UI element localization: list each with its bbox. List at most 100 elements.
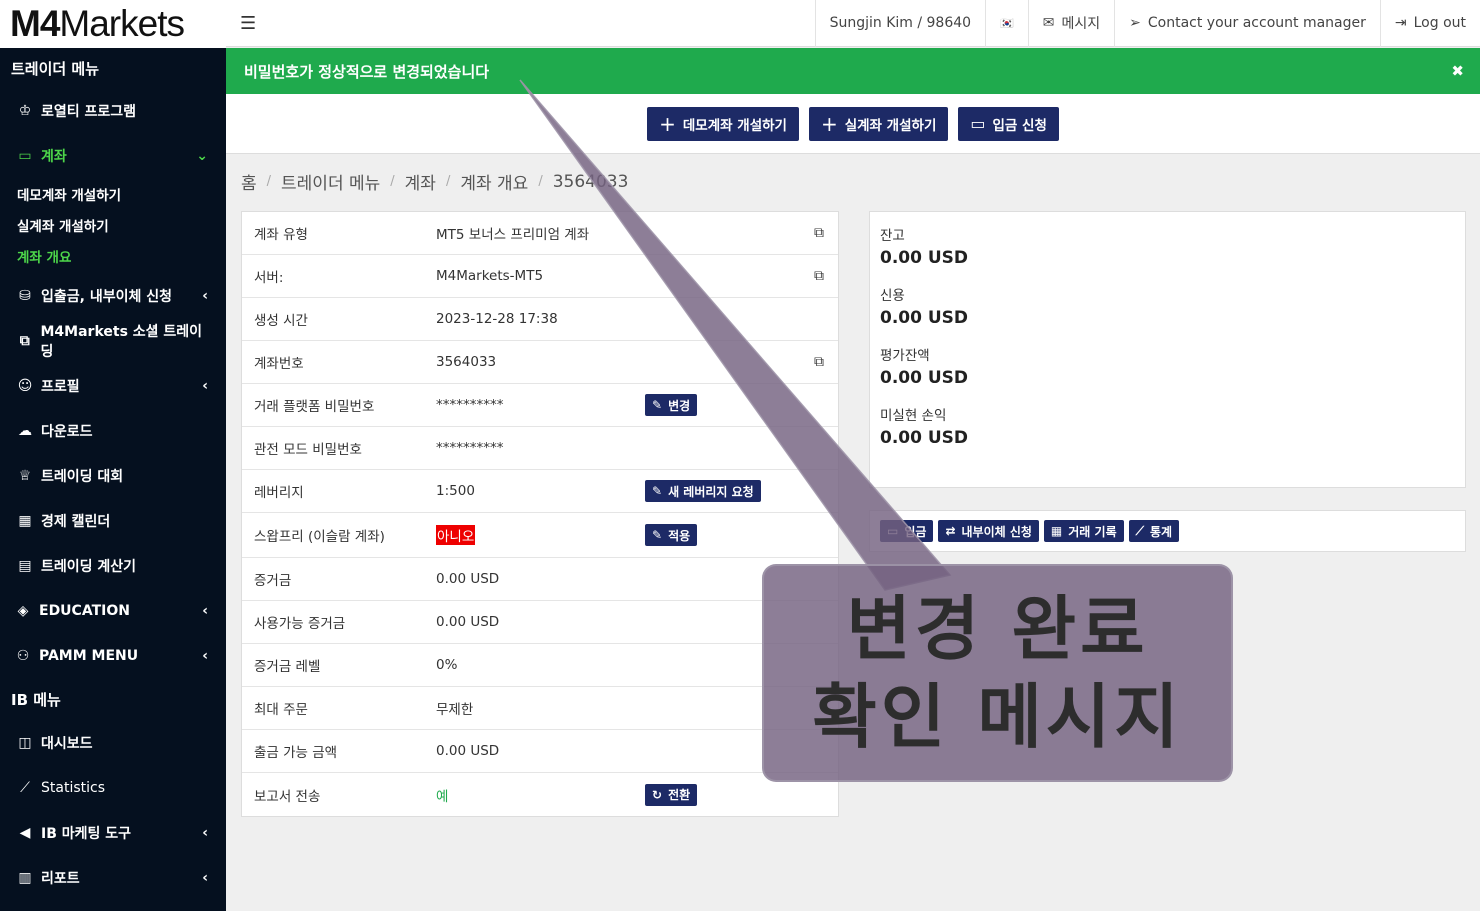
sidebar-item-social[interactable]: ⧉ M4Markets 소셜 트레이딩 bbox=[0, 318, 226, 363]
sidebar-item-calendar[interactable]: ▦ 경제 캘린더 bbox=[0, 498, 226, 543]
coins-icon: ⛁ bbox=[19, 287, 31, 304]
user-icon: ☺ bbox=[17, 377, 33, 394]
breadcrumb-home[interactable]: 홈 bbox=[241, 169, 257, 194]
sidebar-item-account[interactable]: ▭ 계좌 ⌄ bbox=[0, 133, 226, 178]
refresh-icon: ↻ bbox=[652, 787, 663, 802]
unrealized-pnl-item: 미실현 손익 0.00 USD bbox=[880, 408, 969, 448]
apply-swapfree-button[interactable]: ✎ 적용 bbox=[645, 524, 698, 546]
paper-plane-icon: ➢ bbox=[1129, 15, 1141, 31]
table-row: 관전 모드 비밀번호 ********** bbox=[242, 427, 838, 470]
table-row: 생성 시간 2023-12-28 17:38 bbox=[242, 298, 838, 341]
sidebar-item-loyalty[interactable]: ♔ 로열티 프로그램 bbox=[0, 88, 226, 133]
success-alert-text: 비밀번호가 정상적으로 변경되었습니다 bbox=[244, 62, 490, 81]
open-demo-account-button[interactable]: + 데모계좌 개설하기 bbox=[647, 106, 799, 141]
table-row: 레버리지 1:500 ✎ 새 레버리지 요청 bbox=[242, 470, 838, 513]
breadcrumb-account[interactable]: 계좌 bbox=[405, 169, 436, 194]
internal-transfer-button[interactable]: ⇄ 내부이체 신청 bbox=[938, 520, 1039, 542]
bullhorn-icon: ◀ bbox=[19, 824, 31, 841]
table-row: 최대 주문 무제한 bbox=[242, 687, 838, 730]
chevron-left-icon: ‹ bbox=[202, 287, 208, 304]
calculator-icon: ▤ bbox=[18, 557, 32, 574]
credit-card-icon: ▭ bbox=[970, 114, 986, 133]
sidebar-sub-demo[interactable]: 데모계좌 개설하기 bbox=[0, 178, 226, 209]
plus-icon: + bbox=[820, 111, 838, 136]
calendar-icon: ▦ bbox=[18, 512, 32, 529]
statistics-button[interactable]: ⟋ 통계 bbox=[1128, 520, 1180, 542]
change-password-button[interactable]: ✎ 변경 bbox=[645, 394, 698, 416]
sidebar-item-dashboard[interactable]: ◫ 대시보드 bbox=[0, 720, 226, 765]
sidebar-item-pamm[interactable]: ⚇ PAMM MENU ‹ bbox=[0, 633, 226, 678]
trophy-icon: ♕ bbox=[18, 467, 32, 484]
chart-line-icon: ⟋ bbox=[20, 779, 30, 796]
ib-menu-title: IB 메뉴 bbox=[11, 690, 61, 709]
logout-link[interactable]: ⇥ Log out bbox=[1379, 0, 1480, 47]
table-row: 증거금 0.00 USD bbox=[242, 558, 838, 601]
table-row: 출금 가능 금액 0.00 USD bbox=[242, 730, 838, 773]
table-row: 스왑프리 (이슬람 계좌) 아니오 ✎ 적용 bbox=[242, 513, 838, 558]
table-row: 증거금 레벨 0% bbox=[242, 644, 838, 687]
table-row: 사용가능 증거금 0.00 USD bbox=[242, 601, 838, 644]
chevron-left-icon: ‹ bbox=[202, 869, 208, 886]
sidebar-item-calculator[interactable]: ▤ 트레이딩 계산기 bbox=[0, 543, 226, 588]
contact-manager-link[interactable]: ➢ Contact your account manager bbox=[1114, 0, 1380, 47]
sidebar-item-funding[interactable]: ⛁ 입출금, 내부이체 신청 ‹ bbox=[0, 273, 226, 318]
request-leverage-button[interactable]: ✎ 새 레버리지 요청 bbox=[645, 480, 761, 502]
balance-item: 잔고 0.00 USD bbox=[880, 228, 969, 268]
sidebar-item-report[interactable]: ▥ 리포트 ‹ bbox=[0, 855, 226, 900]
trade-history-button[interactable]: ▦ 거래 기록 bbox=[1043, 520, 1124, 542]
dashboard-icon: ◫ bbox=[18, 734, 32, 751]
edit-icon: ✎ bbox=[652, 484, 663, 498]
sidebar-item-statistics[interactable]: ⟋ Statistics bbox=[0, 765, 226, 810]
table-row: 보고서 전송 예 ↻ 전환 bbox=[242, 773, 838, 816]
sidebar-item-marketing[interactable]: ◀ IB 마케팅 도구 ‹ bbox=[0, 810, 226, 855]
table-row: 거래 플랫폼 비밀번호 ********** ✎ 변경 bbox=[242, 384, 838, 427]
edit-icon: ✎ bbox=[652, 528, 663, 542]
m4markets-logo[interactable]: M4Markets bbox=[0, 0, 226, 48]
copy-icon[interactable]: ⧉ bbox=[814, 225, 824, 241]
sidebar: M4Markets 트레이더 메뉴 ♔ 로열티 프로그램 ▭ 계좌 ⌄ 데모계좌… bbox=[0, 0, 226, 911]
sidebar-item-profile[interactable]: ☺ 프로필 ‹ bbox=[0, 363, 226, 408]
breadcrumb-overview[interactable]: 계좌 개요 bbox=[460, 169, 528, 194]
user-account-label[interactable]: Sungjin Kim / 98640 bbox=[814, 0, 985, 47]
open-real-account-button[interactable]: + 실계좌 개설하기 bbox=[808, 106, 949, 141]
sidebar-item-contest[interactable]: ♕ 트레이딩 대회 bbox=[0, 453, 226, 498]
deposit-request-button[interactable]: ▭ 입금 신청 bbox=[958, 106, 1059, 141]
plus-icon: + bbox=[659, 111, 676, 136]
annotation-callout: 변경 완료 확인 메시지 bbox=[762, 564, 1233, 782]
deposit-button[interactable]: ▭ 입금 bbox=[880, 520, 934, 542]
table-icon: ▦ bbox=[1050, 524, 1063, 538]
hamburger-menu-icon[interactable]: ☰ bbox=[226, 13, 256, 34]
breadcrumb-trader-menu[interactable]: 트레이더 메뉴 bbox=[281, 169, 380, 194]
report-icon: ▥ bbox=[18, 869, 32, 886]
language-flag-icon[interactable]: 🇰🇷 bbox=[985, 0, 1028, 47]
chevron-left-icon: ‹ bbox=[202, 824, 208, 841]
chevron-down-icon: ⌄ bbox=[196, 147, 208, 164]
messages-link[interactable]: ✉ 메시지 bbox=[1027, 0, 1114, 47]
balance-panel: 잔고 0.00 USD 신용 0.00 USD 평가잔액 0.00 USD 미실… bbox=[869, 211, 1466, 488]
sidebar-sub-real[interactable]: 실계좌 개설하기 bbox=[0, 209, 226, 240]
table-row: 계좌번호 3564033 ⧉ bbox=[242, 341, 838, 384]
graduation-cap-icon: ◈ bbox=[17, 602, 29, 619]
breadcrumb: 홈 / 트레이더 메뉴 / 계좌 / 계좌 개요 / 3564033 bbox=[241, 169, 628, 195]
wallet-icon: ▭ bbox=[18, 147, 32, 164]
switch-report-button[interactable]: ↻ 전환 bbox=[645, 783, 698, 806]
sidebar-item-education[interactable]: ◈ EDUCATION ‹ bbox=[0, 588, 226, 633]
sidebar-item-download[interactable]: ☁ 다운로드 bbox=[0, 408, 226, 453]
chevron-left-icon: ‹ bbox=[202, 647, 208, 664]
success-alert: 비밀번호가 정상적으로 변경되었습니다 ✖ bbox=[226, 48, 1480, 94]
copy-icon[interactable]: ⧉ bbox=[814, 354, 824, 370]
cloud-download-icon: ☁ bbox=[18, 422, 32, 439]
chevron-left-icon: ‹ bbox=[202, 377, 208, 394]
credit-item: 신용 0.00 USD bbox=[880, 288, 969, 328]
envelope-icon: ✉ bbox=[1042, 15, 1055, 31]
credit-card-icon: ▭ bbox=[887, 524, 899, 538]
chart-line-icon: ⟋ bbox=[1135, 523, 1145, 538]
edit-icon: ✎ bbox=[652, 398, 663, 412]
crown-icon: ♔ bbox=[18, 102, 32, 119]
copy-icon: ⧉ bbox=[19, 332, 30, 349]
close-icon[interactable]: ✖ bbox=[1451, 62, 1464, 80]
copy-icon[interactable]: ⧉ bbox=[814, 268, 824, 284]
sidebar-sub-overview[interactable]: 계좌 개요 bbox=[0, 240, 226, 271]
account-info-table: 계좌 유형 MT5 보너스 프리미엄 계좌 ⧉ 서버: M4Markets-MT… bbox=[241, 211, 839, 817]
table-row: 서버: M4Markets-MT5 ⧉ bbox=[242, 255, 838, 298]
